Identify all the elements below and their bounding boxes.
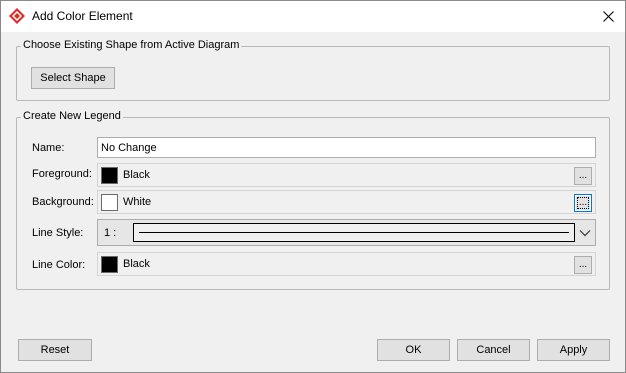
line-style-label: Line Style: (32, 227, 84, 239)
background-color-field: White ... (97, 190, 596, 214)
chevron-down-icon (578, 226, 592, 240)
select-shape-button[interactable]: Select Shape (31, 67, 115, 89)
line-color-label: Line Color: (32, 259, 86, 271)
title-bar: Add Color Element (1, 1, 625, 32)
line-style-value: 1 : (104, 227, 117, 239)
foreground-label: Foreground: (32, 168, 92, 180)
name-label: Name: (32, 142, 65, 154)
line-color-name: Black (123, 258, 150, 270)
close-icon (602, 11, 614, 22)
line-style-dropdown[interactable]: 1 : (97, 219, 596, 246)
foreground-color-name: Black (123, 169, 150, 181)
line-color-picker-button[interactable]: ... (574, 256, 592, 274)
background-color-swatch (101, 194, 118, 211)
foreground-color-field: Black ... (97, 163, 596, 187)
ok-button[interactable]: OK (377, 339, 450, 361)
close-button[interactable] (591, 1, 625, 32)
cancel-button[interactable]: Cancel (457, 339, 530, 361)
background-color-picker-button[interactable]: ... (574, 194, 592, 212)
visual-paradigm-logo-icon (9, 8, 25, 24)
apply-button[interactable]: Apply (537, 339, 610, 361)
foreground-color-picker-button[interactable]: ... (574, 167, 592, 185)
line-color-field: Black ... (97, 252, 596, 276)
line-style-preview (133, 223, 575, 242)
background-label: Background: (32, 196, 94, 208)
existing-shape-group-title: Choose Existing Shape from Active Diagra… (21, 39, 242, 51)
background-color-name: White (123, 196, 152, 208)
add-color-element-dialog: Add Color Element Choose Existing Shape … (0, 0, 626, 373)
window-title: Add Color Element (32, 9, 133, 23)
foreground-color-swatch (101, 167, 118, 184)
new-legend-group-title: Create New Legend (21, 110, 123, 122)
line-color-swatch (101, 256, 118, 273)
name-input[interactable]: No Change (97, 137, 596, 158)
reset-button[interactable]: Reset (18, 339, 92, 361)
